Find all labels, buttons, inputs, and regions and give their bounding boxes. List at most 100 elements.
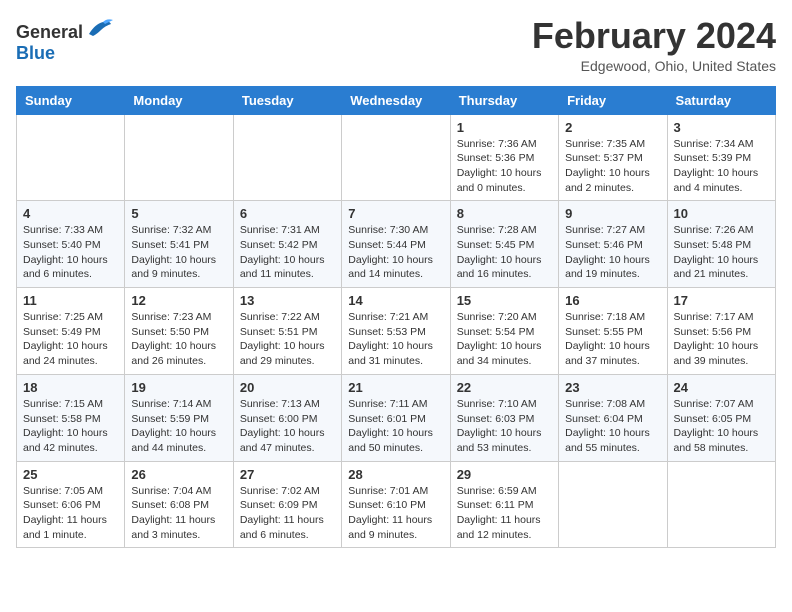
day-info: Sunrise: 7:23 AM Sunset: 5:50 PM Dayligh… <box>131 310 226 369</box>
day-info: Sunrise: 7:26 AM Sunset: 5:48 PM Dayligh… <box>674 223 769 282</box>
day-number: 28 <box>348 467 443 482</box>
calendar-cell: 8Sunrise: 7:28 AM Sunset: 5:45 PM Daylig… <box>450 201 558 288</box>
day-info: Sunrise: 7:31 AM Sunset: 5:42 PM Dayligh… <box>240 223 335 282</box>
calendar-cell: 27Sunrise: 7:02 AM Sunset: 6:09 PM Dayli… <box>233 461 341 548</box>
day-info: Sunrise: 7:34 AM Sunset: 5:39 PM Dayligh… <box>674 137 769 196</box>
calendar-row: 11Sunrise: 7:25 AM Sunset: 5:49 PM Dayli… <box>17 288 776 375</box>
day-number: 3 <box>674 120 769 135</box>
calendar-cell: 13 Sunrise: 7:22 AM Sunset: 5:51 PM Dayli… <box>233 288 341 375</box>
calendar-cell <box>342 114 450 201</box>
day-info: Sunrise: 7:04 AM Sunset: 6:08 PM Dayligh… <box>131 484 226 543</box>
day-info: Sunrise: 7:22 AM Sunset: 5:51 PM Dayligh… <box>240 310 335 369</box>
day-info: Sunrise: 7:11 AM Sunset: 6:01 PM Dayligh… <box>348 397 443 456</box>
calendar-cell: 14 Sunrise: 7:21 AM Sunset: 5:53 PM Dayli… <box>342 288 450 375</box>
day-number: 11 <box>23 293 118 308</box>
day-info: Sunrise: 7:13 AM Sunset: 6:00 PM Dayligh… <box>240 397 335 456</box>
day-number: 15 <box>457 293 552 308</box>
calendar-cell <box>125 114 233 201</box>
day-number: 23 <box>565 380 660 395</box>
calendar-cell: 12 Sunrise: 7:23 AM Sunset: 5:50 PM Dayli… <box>125 288 233 375</box>
day-number: 26 <box>131 467 226 482</box>
day-info: Sunrise: 7:08 AM Sunset: 6:04 PM Dayligh… <box>565 397 660 456</box>
day-number: 24 <box>674 380 769 395</box>
day-number: 21 <box>348 380 443 395</box>
calendar-cell: 21 Sunrise: 7:11 AM Sunset: 6:01 PM Dayli… <box>342 374 450 461</box>
day-info: Sunrise: 7:05 AM Sunset: 6:06 PM Dayligh… <box>23 484 118 543</box>
calendar-cell: 3 Sunrise: 7:34 AM Sunset: 5:39 PM Daylig… <box>667 114 775 201</box>
header-row: SundayMondayTuesdayWednesdayThursdayFrid… <box>17 86 776 114</box>
day-number: 9 <box>565 206 660 221</box>
calendar-cell <box>667 461 775 548</box>
day-info: Sunrise: 7:02 AM Sunset: 6:09 PM Dayligh… <box>240 484 335 543</box>
day-number: 16 <box>565 293 660 308</box>
day-info: Sunrise: 7:36 AM Sunset: 5:36 PM Dayligh… <box>457 137 552 196</box>
column-header-tuesday: Tuesday <box>233 86 341 114</box>
day-info: Sunrise: 7:20 AM Sunset: 5:54 PM Dayligh… <box>457 310 552 369</box>
day-number: 29 <box>457 467 552 482</box>
day-info: Sunrise: 6:59 AM Sunset: 6:11 PM Dayligh… <box>457 484 552 543</box>
day-number: 14 <box>348 293 443 308</box>
day-number: 12 <box>131 293 226 308</box>
day-number: 17 <box>674 293 769 308</box>
calendar-cell: 25 Sunrise: 7:05 AM Sunset: 6:06 PM Dayli… <box>17 461 125 548</box>
calendar-cell <box>233 114 341 201</box>
title-block: February 2024 Edgewood, Ohio, United Sta… <box>532 16 776 74</box>
logo-bird-icon <box>85 16 113 38</box>
subtitle: Edgewood, Ohio, United States <box>532 58 776 74</box>
calendar-cell <box>559 461 667 548</box>
day-info: Sunrise: 7:07 AM Sunset: 6:05 PM Dayligh… <box>674 397 769 456</box>
calendar-cell: 1 Sunrise: 7:36 AM Sunset: 5:36 PM Daylig… <box>450 114 558 201</box>
calendar-cell: 29 Sunrise: 6:59 AM Sunset: 6:11 PM Dayli… <box>450 461 558 548</box>
calendar-cell: 10 Sunrise: 7:26 AM Sunset: 5:48 PM Dayli… <box>667 201 775 288</box>
calendar-cell: 23 Sunrise: 7:08 AM Sunset: 6:04 PM Dayli… <box>559 374 667 461</box>
calendar-cell: 22 Sunrise: 7:10 AM Sunset: 6:03 PM Dayli… <box>450 374 558 461</box>
calendar-cell: 4 Sunrise: 7:33 AM Sunset: 5:40 PM Daylig… <box>17 201 125 288</box>
column-header-monday: Monday <box>125 86 233 114</box>
day-info: Sunrise: 7:28 AM Sunset: 5:45 PM Dayligh… <box>457 223 552 282</box>
day-info: Sunrise: 7:17 AM Sunset: 5:56 PM Dayligh… <box>674 310 769 369</box>
day-info: Sunrise: 7:18 AM Sunset: 5:55 PM Dayligh… <box>565 310 660 369</box>
calendar-cell: 24 Sunrise: 7:07 AM Sunset: 6:05 PM Dayli… <box>667 374 775 461</box>
logo-general: General <box>16 22 83 42</box>
day-info: Sunrise: 7:33 AM Sunset: 5:40 PM Dayligh… <box>23 223 118 282</box>
calendar-cell: 19 Sunrise: 7:14 AM Sunset: 5:59 PM Dayli… <box>125 374 233 461</box>
calendar-cell: 18Sunrise: 7:15 AM Sunset: 5:58 PM Dayli… <box>17 374 125 461</box>
calendar-cell: 20 Sunrise: 7:13 AM Sunset: 6:00 PM Dayli… <box>233 374 341 461</box>
logo-text: General Blue <box>16 16 113 64</box>
day-info: Sunrise: 7:10 AM Sunset: 6:03 PM Dayligh… <box>457 397 552 456</box>
day-info: Sunrise: 7:27 AM Sunset: 5:46 PM Dayligh… <box>565 223 660 282</box>
column-header-sunday: Sunday <box>17 86 125 114</box>
day-number: 4 <box>23 206 118 221</box>
calendar-row: 1 Sunrise: 7:36 AM Sunset: 5:36 PM Daylig… <box>17 114 776 201</box>
day-info: Sunrise: 7:35 AM Sunset: 5:37 PM Dayligh… <box>565 137 660 196</box>
day-info: Sunrise: 7:30 AM Sunset: 5:44 PM Dayligh… <box>348 223 443 282</box>
calendar-cell: 7Sunrise: 7:30 AM Sunset: 5:44 PM Daylig… <box>342 201 450 288</box>
calendar-cell: 9 Sunrise: 7:27 AM Sunset: 5:46 PM Daylig… <box>559 201 667 288</box>
day-number: 1 <box>457 120 552 135</box>
logo-blue: Blue <box>16 43 55 63</box>
calendar-row: 18Sunrise: 7:15 AM Sunset: 5:58 PM Dayli… <box>17 374 776 461</box>
day-number: 20 <box>240 380 335 395</box>
calendar-cell: 16 Sunrise: 7:18 AM Sunset: 5:55 PM Dayli… <box>559 288 667 375</box>
day-number: 13 <box>240 293 335 308</box>
day-info: Sunrise: 7:01 AM Sunset: 6:10 PM Dayligh… <box>348 484 443 543</box>
column-header-friday: Friday <box>559 86 667 114</box>
day-number: 10 <box>674 206 769 221</box>
day-number: 25 <box>23 467 118 482</box>
calendar-row: 4 Sunrise: 7:33 AM Sunset: 5:40 PM Daylig… <box>17 201 776 288</box>
calendar-body: 1 Sunrise: 7:36 AM Sunset: 5:36 PM Daylig… <box>17 114 776 548</box>
calendar-cell <box>17 114 125 201</box>
day-number: 5 <box>131 206 226 221</box>
calendar-cell: 17 Sunrise: 7:17 AM Sunset: 5:56 PM Dayli… <box>667 288 775 375</box>
day-number: 22 <box>457 380 552 395</box>
day-number: 19 <box>131 380 226 395</box>
day-info: Sunrise: 7:14 AM Sunset: 5:59 PM Dayligh… <box>131 397 226 456</box>
column-header-wednesday: Wednesday <box>342 86 450 114</box>
day-number: 18 <box>23 380 118 395</box>
day-info: Sunrise: 7:21 AM Sunset: 5:53 PM Dayligh… <box>348 310 443 369</box>
calendar-cell: 15 Sunrise: 7:20 AM Sunset: 5:54 PM Dayli… <box>450 288 558 375</box>
calendar-row: 25 Sunrise: 7:05 AM Sunset: 6:06 PM Dayli… <box>17 461 776 548</box>
day-number: 2 <box>565 120 660 135</box>
day-info: Sunrise: 7:32 AM Sunset: 5:41 PM Dayligh… <box>131 223 226 282</box>
page-header: General Blue February 2024 Edgewood, Ohi… <box>16 16 776 74</box>
